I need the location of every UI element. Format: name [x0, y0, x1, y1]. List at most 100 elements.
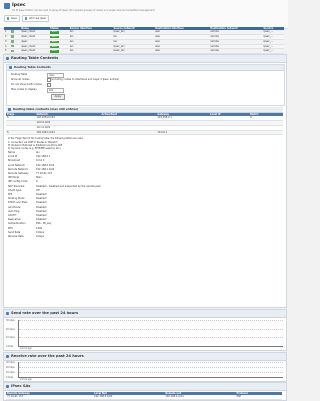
table-cell: [249, 130, 283, 136]
send-chart-header: Send rate over the past 24 hours: [4, 310, 286, 318]
routes-section: Routing table contents (max 100 entries)…: [6, 107, 283, 151]
detail-value: Disabled: [36, 201, 47, 205]
add-ipsec-button[interactable]: Add new ipsec: [22, 15, 50, 22]
top-bar: Ipsec On IP Ipsec Edition can be used to…: [0, 0, 288, 29]
detail-value: 0 kbps: [36, 230, 44, 234]
y-tick: 20 kbps: [6, 366, 15, 369]
sas-table: Remote Gateway Local Net Remote net Protoco…: [6, 392, 282, 401]
policy-icon: [11, 44, 14, 48]
show-all-label: Show all routes: [11, 78, 30, 81]
status-badge: Active: [49, 50, 59, 53]
detail-value: 192.168.1.0/24: [36, 167, 55, 171]
detail-value: Disabled: [36, 197, 47, 201]
detail-label: Routing Mode: [8, 197, 25, 201]
detail-label: Local IP: [8, 155, 18, 159]
table-cell: ipsec_client: [20, 48, 49, 55]
routing-icon: [6, 57, 9, 60]
table-cell: ESP: [235, 395, 282, 401]
routes-table: Flags Network Active/Dest Gateway Local IP Me…: [6, 113, 283, 136]
detail-value: Disabled: [36, 209, 47, 213]
y-tick: 20 kbps: [6, 327, 15, 331]
detail-label: MTU: [8, 226, 14, 230]
detail-value: Off: [36, 188, 40, 192]
y-tick: 30 kbps: [6, 319, 15, 322]
routing-panel: Routing Table Contents Routing Table Con…: [3, 54, 287, 308]
y-tick: 0 kbps: [6, 344, 14, 348]
detail-label: IKE Mode: [8, 176, 20, 180]
recv-chart: [18, 362, 283, 378]
table-cell: [100, 130, 157, 136]
table-cell: wan: [154, 48, 210, 55]
detail-value: Disabled: [36, 218, 47, 222]
status-badge: Active: [49, 40, 59, 44]
save-icon: [6, 17, 9, 20]
x-label: 24 hrs ago: [20, 377, 32, 381]
y-tick: 10 kbps: [6, 371, 15, 374]
detail-value: 1400: [36, 226, 43, 230]
detail-value: Disabled - disabled and supported by the…: [36, 184, 101, 188]
max-routes-label: Max routes to display: [11, 88, 37, 91]
recv-chart-panel: Receive rate over the past 24 hours 30 k…: [3, 352, 287, 382]
y-tick: 30 kbps: [6, 361, 15, 364]
sas-panel: IPsec SAs Remote Gateway Local Net Remote …: [3, 382, 287, 401]
table-row[interactable]: 5 ipsec_client Active lan ipsec_lan wan remote…: [4, 48, 284, 55]
table-icon: [9, 66, 12, 69]
ipsec-logo-icon: [4, 3, 10, 9]
table-row: 77.16.61.133 192.168.0.0/24 192.168.1.0/24…: [6, 395, 282, 401]
chart-icon: [6, 355, 9, 358]
show-all-hint: (including routes to interfaces and Laye…: [51, 78, 119, 81]
detail-label: Receive Rate: [8, 235, 24, 238]
add-icon: [24, 17, 27, 20]
policy-icon: [11, 35, 14, 38]
page-description: On IP Ipsec Edition can be used to group…: [12, 9, 156, 12]
detail-label: Keep-alive: [8, 218, 21, 222]
detail-label: DHCP over IPsec: [8, 201, 28, 205]
table-cell: 192.168.0.0/24: [93, 395, 165, 401]
detail-value: 192.168.0.0/24: [36, 163, 55, 167]
detail-label: Name: [8, 151, 16, 154]
detail-value: Main: [36, 176, 42, 180]
ipsec-table: Name Status Source interface Source network…: [4, 27, 284, 55]
detail-value: 0: [36, 180, 38, 184]
policy-icon: [11, 40, 14, 43]
detail-value: 77.16.61.133: [36, 172, 52, 175]
chart-icon: [6, 312, 9, 315]
table-cell: [209, 130, 250, 136]
table-cell: ipsec_...: [262, 48, 284, 55]
detail-value: PSK - PK_key: [36, 222, 52, 226]
policy-icon: [11, 49, 14, 53]
apply-button[interactable]: Apply: [51, 94, 65, 100]
save-button[interactable]: Save: [4, 15, 20, 22]
table-cell: [10, 48, 21, 55]
detail-label: Remote Gateway: [8, 172, 29, 175]
table-cell: 77.16.61.133: [6, 395, 94, 401]
detail-value: 0 kbps: [36, 235, 44, 238]
detail-label: Authentication: [8, 222, 26, 226]
table-cell: Active: [48, 48, 69, 55]
max-routes-input[interactable]: 100: [47, 87, 64, 93]
y-tick: 10 kbps: [6, 336, 15, 340]
table-icon: [8, 108, 11, 111]
detail-label: PFS: [8, 193, 13, 196]
detail-label: Local Network: [8, 163, 25, 167]
table-cell: 192.168.1.0/24: [164, 395, 236, 401]
x-label: 24 hrs ago: [20, 346, 32, 350]
no-prefix-checkbox[interactable]: [47, 82, 52, 87]
detail-label: Remote Network: [8, 167, 28, 171]
detail-label: XAuth type: [8, 188, 22, 192]
table-cell: lan: [68, 48, 113, 55]
routing-table-select[interactable]: main: [47, 72, 64, 78]
detail-label: IKE config mode: [8, 180, 28, 184]
detail-label: Broadcast: [8, 159, 20, 163]
recv-chart-header: Receive rate over the past 24 hours: [4, 353, 286, 361]
detail-value: 192.168.0.1: [36, 155, 51, 159]
detail-value: 0.0.0.0: [36, 159, 45, 163]
page-title: Ipsec: [12, 3, 26, 8]
detail-label: XAUTH: [8, 214, 17, 217]
table-cell: ipsec_lan: [112, 48, 155, 55]
table-row: S 192.168.1.0/24 10.0.0.1: [6, 130, 283, 136]
detail-label: Add Route: [8, 205, 21, 209]
detail-value: Disabled: [36, 214, 47, 217]
routing-form-header: Routing Table Contents: [7, 65, 284, 71]
status-badge: Active: [49, 45, 59, 48]
